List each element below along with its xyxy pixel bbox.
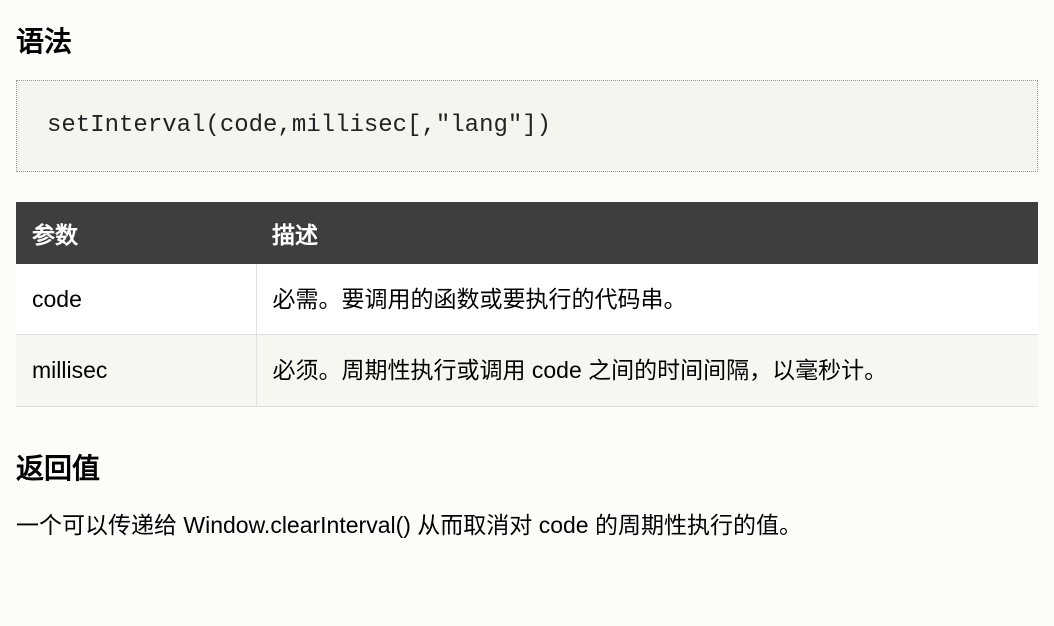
param-description-cell: 必须。周期性执行或调用 code 之间的时间间隔，以毫秒计。 [256,335,1038,407]
table-row: millisec 必须。周期性执行或调用 code 之间的时间间隔，以毫秒计。 [16,335,1038,407]
table-row: code 必需。要调用的函数或要执行的代码串。 [16,264,1038,335]
syntax-heading: 语法 [16,20,1038,60]
table-header-description: 描述 [256,202,1038,264]
return-value-heading: 返回值 [16,447,1038,487]
parameters-table: 参数 描述 code 必需。要调用的函数或要执行的代码串。 millisec 必… [16,202,1038,407]
return-value-text: 一个可以传递给 Window.clearInterval() 从而取消对 cod… [16,507,1038,544]
param-name-cell: millisec [16,335,256,407]
table-header-param: 参数 [16,202,256,264]
syntax-code-block: setInterval(code,millisec[,"lang"]) [16,80,1038,172]
param-name-cell: code [16,264,256,335]
param-description-cell: 必需。要调用的函数或要执行的代码串。 [256,264,1038,335]
